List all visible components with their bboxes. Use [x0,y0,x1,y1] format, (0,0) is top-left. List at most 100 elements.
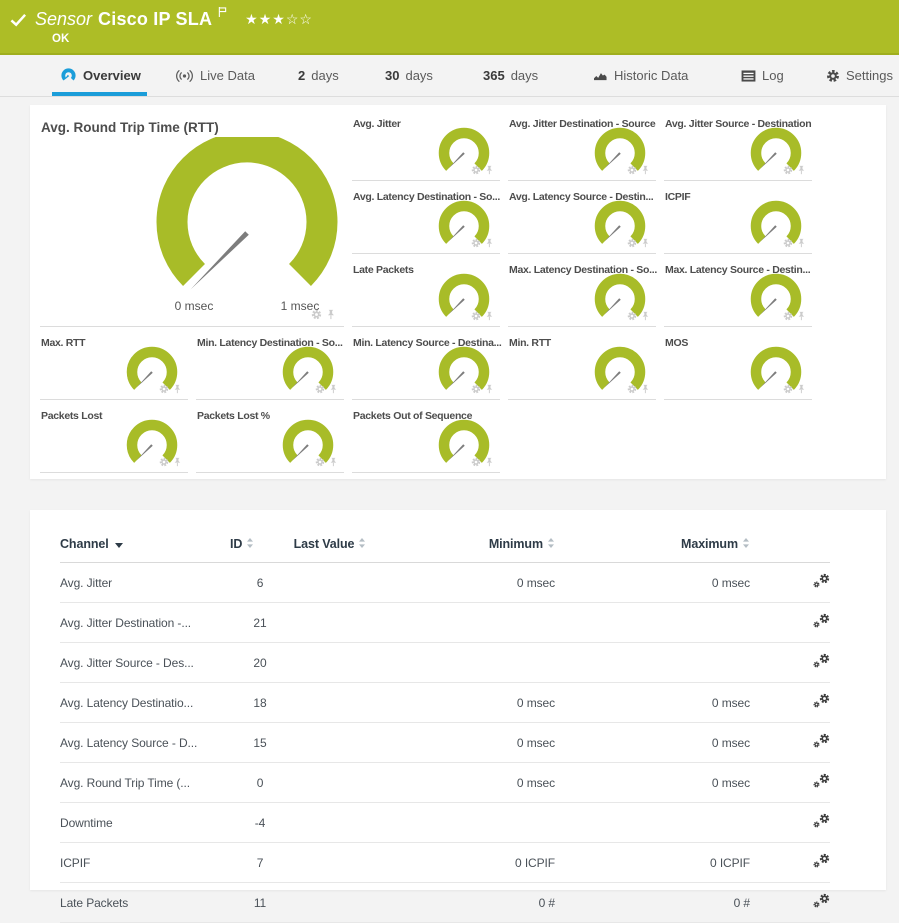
pin-icon[interactable] [484,311,494,321]
gear-icon[interactable] [471,457,481,467]
gauge-tile: Avg. Latency Source - Destin... [508,188,656,254]
tab-live-data[interactable]: Live Data [175,55,255,96]
gauge-tile: Avg. Jitter [352,115,500,181]
channel-minimum-cell [370,803,555,843]
tab-settings[interactable]: Settings [826,55,893,96]
gear-icon[interactable] [783,311,793,321]
gear-icon[interactable] [627,238,637,248]
channel-last-value-cell [290,603,370,643]
channel-maximum-cell: 0 msec [555,563,750,603]
channel-last-value-cell [290,563,370,603]
gear-icon[interactable] [783,384,793,394]
tab-365-days-label: days [511,68,538,83]
pin-icon[interactable] [640,384,650,394]
gauge-tile: Min. Latency Source - Destina... [352,334,500,400]
sort-icon [742,537,750,549]
main-gauge-tile: Avg. Round Trip Time (RTT) 0 msec 1 msec [40,115,344,327]
gear-icon[interactable] [471,165,481,175]
gear-icon[interactable] [783,238,793,248]
pin-icon[interactable] [796,311,806,321]
gear-icon[interactable] [627,165,637,175]
column-header-minimum[interactable]: Minimum [370,536,555,563]
gauge-tile: Packets Out of Sequence [352,407,500,473]
pin-icon[interactable] [640,238,650,248]
channel-maximum-cell: 0 msec [555,683,750,723]
pin-icon[interactable] [796,384,806,394]
gear-icon[interactable] [627,384,637,394]
stars-empty[interactable]: ☆☆ [286,11,313,27]
channel-maximum-cell [555,803,750,843]
channel-last-value-cell [290,643,370,683]
pin-icon[interactable] [325,309,336,320]
channel-name-cell: Avg. Latency Destinatio... [60,683,230,723]
tab-bar: Overview Live Data 2 days 30 days 365 da… [0,55,899,97]
channel-settings-gears-icon[interactable] [813,613,830,629]
channel-settings-gears-icon[interactable] [813,893,830,909]
table-row: Avg. Jitter 6 0 msec 0 msec [60,563,830,603]
gear-icon [826,69,840,83]
flag-icon[interactable] [218,6,227,18]
stars-filled[interactable]: ★★★ [245,11,286,27]
pin-icon[interactable] [328,384,338,394]
tab-log-label: Log [762,68,784,83]
pin-icon[interactable] [796,238,806,248]
log-icon [741,70,756,82]
tab-365-days[interactable]: 365 days [483,55,538,96]
tab-historic-data[interactable]: Historic Data [593,55,688,96]
pin-icon[interactable] [640,165,650,175]
priority-stars[interactable]: ★★★☆☆ [245,11,313,28]
gear-icon[interactable] [471,311,481,321]
area-chart-icon [593,69,608,82]
gear-icon[interactable] [159,384,169,394]
sort-icon [547,537,555,549]
channel-settings-gears-icon[interactable] [813,853,830,869]
channel-last-value-cell [290,683,370,723]
channel-settings-gears-icon[interactable] [813,773,830,789]
status-badge: OK [52,33,899,45]
tab-2-days[interactable]: 2 days [298,55,339,96]
gear-icon[interactable] [471,384,481,394]
gauge-tile: Min. RTT [508,334,656,400]
pin-icon[interactable] [484,238,494,248]
pin-icon[interactable] [796,165,806,175]
gear-icon[interactable] [315,384,325,394]
gear-icon[interactable] [471,238,481,248]
pin-icon[interactable] [484,165,494,175]
sensor-title: Cisco IP SLA [98,9,212,30]
table-row: Avg. Jitter Source - Des... 20 [60,643,830,683]
channel-name-cell: Avg. Jitter Source - Des... [60,643,230,683]
tab-log[interactable]: Log [741,55,784,96]
table-row: Avg. Latency Source - D... 15 0 msec 0 m… [60,723,830,763]
gear-icon[interactable] [159,457,169,467]
gear-icon[interactable] [627,311,637,321]
column-header-maximum[interactable]: Maximum [555,536,750,563]
channel-settings-gears-icon[interactable] [813,733,830,749]
column-header-last-value[interactable]: Last Value [290,536,370,563]
tab-overview[interactable]: Overview [60,55,141,96]
gauge-tile: ICPIF [664,188,812,254]
pin-icon[interactable] [640,311,650,321]
gear-icon[interactable] [783,165,793,175]
column-header-id[interactable]: ID [230,536,290,563]
pin-icon[interactable] [328,457,338,467]
tab-30-days[interactable]: 30 days [385,55,433,96]
channel-id-cell: 15 [230,723,290,763]
pin-icon[interactable] [172,457,182,467]
table-row: Late Packets 11 0 # 0 # [60,883,830,923]
channel-settings-gears-icon[interactable] [813,813,830,829]
pin-icon[interactable] [484,384,494,394]
gauge-tile: Avg. Jitter Source - Destination [664,115,812,181]
tab-historic-data-label: Historic Data [614,68,688,83]
pin-icon[interactable] [172,384,182,394]
channel-settings-gears-icon[interactable] [813,693,830,709]
channel-settings-gears-icon[interactable] [813,573,830,589]
pin-icon[interactable] [484,457,494,467]
gauge-scale-min: 0 msec [164,299,224,313]
gear-icon[interactable] [315,457,325,467]
column-header-channel[interactable]: Channel [60,536,230,563]
gear-icon[interactable] [311,309,322,320]
table-row: Avg. Round Trip Time (... 0 0 msec 0 mse… [60,763,830,803]
channel-settings-gears-icon[interactable] [813,653,830,669]
gauge-tile: Avg. Latency Destination - So... [352,188,500,254]
channel-id-cell: -4 [230,803,290,843]
